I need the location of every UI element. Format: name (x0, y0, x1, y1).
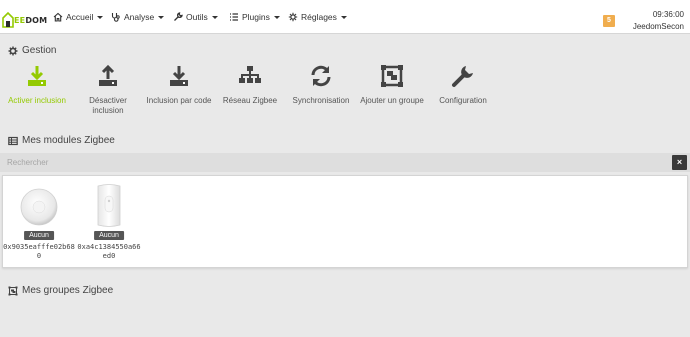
clock-hostname: 09:36:00 JeedomSecon (633, 9, 684, 33)
configuration-button[interactable]: Configuration (427, 64, 499, 106)
desactiver-inclusion-button[interactable]: Désactiver inclusion (72, 64, 144, 116)
inclusion-par-code-label: Inclusion par code (146, 96, 212, 105)
menu-plugins[interactable]: Plugins (229, 12, 280, 22)
upload-icon (99, 64, 117, 86)
top-navbar: EEDOM Accueil Analyse Outils Plugins Rég… (0, 0, 690, 34)
configuration-label: Configuration (439, 96, 487, 105)
table-icon (8, 136, 18, 145)
activer-inclusion-button[interactable]: Activer inclusion (1, 64, 73, 106)
clear-search-button[interactable]: × (672, 155, 687, 170)
groups-title: Mes groupes Zigbee (8, 285, 113, 296)
search-input[interactable] (0, 153, 672, 172)
sitemap-icon (239, 66, 261, 83)
menu-plugins-label: Plugins (242, 12, 270, 22)
gestion-title: Gestion (8, 45, 56, 56)
object-group-icon (381, 65, 403, 87)
module-name: 0x9035eafffe02b680 (3, 243, 75, 260)
modules-title: Mes modules Zigbee (8, 135, 115, 146)
menu-reglages-label: Réglages (301, 12, 337, 22)
list-icon (230, 13, 238, 21)
module-name: 0xa4c1384550a66ed0 (77, 243, 141, 260)
download-icon (28, 66, 46, 86)
desactiver-inclusion-label: Désactiver inclusion (89, 96, 127, 115)
module-badge: Aucun (94, 231, 124, 240)
synchronisation-label: Synchronisation (292, 96, 350, 105)
module-badge: Aucun (24, 231, 54, 240)
groups-title-text: Mes groupes Zigbee (22, 285, 114, 296)
reseau-zigbee-button[interactable]: Réseau Zigbee (214, 64, 286, 106)
wrench-icon (174, 12, 183, 21)
chevron-down-icon (158, 15, 165, 19)
menu-reglages[interactable]: Réglages (288, 12, 347, 22)
menu-analyse[interactable]: Analyse (111, 12, 165, 22)
menu-analyse-label: Analyse (124, 12, 155, 22)
object-group-icon (8, 286, 18, 295)
menu-accueil[interactable]: Accueil (53, 12, 104, 22)
chevron-down-icon (340, 15, 347, 19)
logo-house-icon (2, 11, 14, 28)
inclusion-par-code-button[interactable]: Inclusion par code (143, 64, 215, 106)
jeedom-logo[interactable]: EEDOM (2, 6, 47, 28)
chevron-down-icon (273, 15, 280, 19)
reseau-zigbee-label: Réseau Zigbee (222, 96, 278, 105)
wrench-icon (452, 66, 473, 87)
gestion-title-text: Gestion (22, 45, 57, 56)
logo-text: EEDOM (14, 16, 48, 25)
stethoscope-icon (111, 13, 120, 22)
modules-panel: Aucun 0x9035eafffe02b680 Aucun 0xa4c1384… (2, 175, 688, 268)
modules-title-text: Mes modules Zigbee (22, 135, 115, 146)
sync-icon (311, 65, 331, 87)
chevron-down-icon (97, 15, 104, 19)
activer-inclusion-label: Activer inclusion (8, 96, 66, 105)
chevron-down-icon (211, 15, 218, 19)
gears-icon (288, 12, 298, 22)
hostname[interactable]: JeedomSecon (633, 21, 684, 33)
cog-icon (8, 46, 18, 55)
menu-accueil-label: Accueil (66, 12, 94, 22)
ajouter-un-groupe-button[interactable]: Ajouter un groupe (356, 64, 428, 106)
notification-badge[interactable]: 5 (603, 15, 615, 27)
home-icon (53, 12, 63, 22)
search-bar (0, 153, 690, 172)
menu-outils[interactable]: Outils (173, 12, 218, 22)
download-tray-icon (170, 66, 188, 86)
clock-time: 09:36:00 (652, 10, 684, 19)
round-sensor-image (20, 188, 58, 226)
synchronisation-button[interactable]: Synchronisation (285, 64, 357, 106)
menu-outils-label: Outils (186, 12, 208, 22)
ajouter-un-groupe-label: Ajouter un groupe (360, 96, 424, 105)
door-sensor-image (97, 184, 121, 227)
